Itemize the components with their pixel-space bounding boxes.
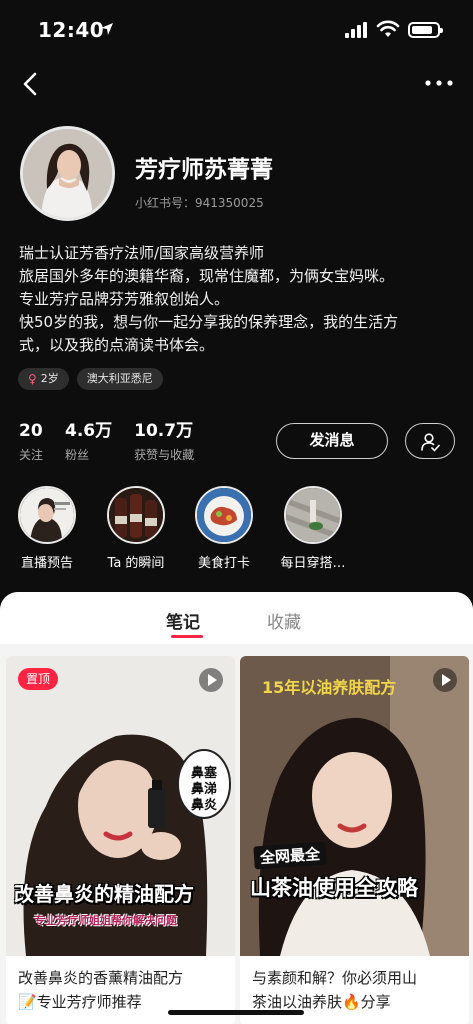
content-panel: 笔记 收藏 置顶 鼻塞 鼻涕 鼻炎 改善鼻炎的精油配方 专业芳疗师姐姐帮你解决问… [0,592,473,1024]
follow-button[interactable] [405,423,455,459]
highlight-live[interactable]: 直播预告 [12,486,82,571]
bio-line: 专业芳疗品牌芬芳雅叙创始人。 [19,290,230,308]
highlight-cover [284,486,342,544]
red-id[interactable]: 小红书号：941350025 [135,194,264,211]
age-label: 2岁 [40,372,59,385]
video-play-icon [433,668,457,692]
note-cover-image-icon [240,656,469,956]
bio-line: 快50岁的我，想与你一起分享我的保养理念，我的生活方 [19,313,399,331]
cellular-signal-icon [345,22,367,38]
bio-line: 式，以及我的点滴读书体会。 [19,336,215,354]
stat-followers[interactable]: 4.6万 粉丝 [65,420,112,463]
bio-line: 瑞士认证芳香疗法师/国家高级营养师 [19,244,265,262]
note-title: 改善鼻炎的香薰精油配方 📝专业芳疗师推荐 [18,966,228,1014]
stat-value: 10.7万 [134,421,194,441]
home-indicator [168,1010,304,1015]
profile-stats: 20 关注 4.6万 粉丝 10.7万 获赞与收藏 [19,420,216,463]
age-tag: ♀ 2岁 [18,368,69,390]
highlight-outfit[interactable]: 每日穿搭… [278,486,348,571]
highlight-label: Ta 的瞬间 [107,556,165,571]
avatar[interactable] [20,126,115,221]
cover-top-text: 15年以油养肤配方 [262,678,397,697]
bubble-line: 鼻涕 [190,782,217,797]
send-message-button[interactable]: 发消息 [276,423,388,459]
more-options-icon[interactable] [424,76,454,90]
note-thumbnail: 15年以油养肤配方 全网最全 山茶油使用全攻略 [240,656,469,956]
highlight-moments[interactable]: Ta 的瞬间 [101,486,171,571]
location-label: 澳大利亚悉尼 [86,372,153,385]
location-arrow-icon [101,23,113,35]
wifi-icon [376,20,400,37]
note-thumbnail: 置顶 鼻塞 鼻涕 鼻炎 改善鼻炎的精油配方 专业芳疗师姐姐帮你解决问题 [6,656,235,956]
user-check-icon [421,433,440,452]
highlight-cover [107,486,165,544]
cover-subheadline: 专业芳疗师姐姐帮你解决问题 [34,914,177,927]
bubble-text: 鼻塞 鼻涕 鼻炎 [187,766,221,814]
bubble-line: 鼻塞 [190,766,217,781]
stat-following[interactable]: 20 关注 [19,420,43,463]
status-bar: 12:40 [0,0,473,62]
stat-value: 20 [19,421,43,441]
location-tag: 澳大利亚悉尼 [76,368,163,390]
status-time: 12:40 [38,18,105,42]
note-title: 与素颜和解？你必须用山 茶油以油养肤🔥分享 [252,966,462,1014]
note-card[interactable]: 置顶 鼻塞 鼻涕 鼻炎 改善鼻炎的精油配方 专业芳疗师姐姐帮你解决问题 改善鼻炎… [6,656,235,1024]
tab-notes[interactable]: 笔记 [166,608,200,633]
note-title-line: 改善鼻炎的香薰精油配方 [18,969,184,987]
note-title-line: 与素颜和解？你必须用山 [252,969,418,987]
cover-headline: 山茶油使用全攻略 [250,876,418,900]
bio-line: 旅居国外多年的澳籍华裔，现常住魔都，为俩女宝妈咪。 [19,267,395,285]
stat-label: 粉丝 [65,448,90,462]
stat-label: 获赞与收藏 [134,448,195,462]
profile-page: 12:40 芳疗师苏菁菁 小红书号：941350025 瑞士认证芳香疗法师/国家… [0,0,473,1024]
cover-headline: 改善鼻炎的精油配方 [14,882,194,906]
battery-icon [408,22,443,38]
video-play-icon [199,668,223,692]
highlight-food[interactable]: 美食打卡 [189,486,259,571]
note-card[interactable]: 15年以油养肤配方 全网最全 山茶油使用全攻略 与素颜和解？你必须用山 茶油以油… [240,656,469,1024]
stat-likes[interactable]: 10.7万 获赞与收藏 [134,420,194,463]
female-icon: ♀ [28,372,37,386]
back-arrow-icon[interactable] [18,70,46,98]
bubble-line: 鼻炎 [190,798,217,813]
tab-collections[interactable]: 收藏 [267,608,301,633]
tab-notes-underline [171,635,203,638]
avatar-portrait-icon [23,129,112,218]
profile-tags: ♀ 2岁 澳大利亚悉尼 [18,368,163,390]
pinned-badge: 置顶 [18,668,59,690]
profile-bio: 瑞士认证芳香疗法师/国家高级营养师 旅居国外多年的澳籍华裔，现常住魔都，为俩女宝… [19,242,459,357]
stat-label: 关注 [19,448,44,462]
stat-value: 4.6万 [65,421,113,441]
highlight-label: 每日穿搭… [280,556,346,571]
highlight-label: 美食打卡 [197,556,250,571]
highlight-label: 直播预告 [20,556,73,571]
content-tabs: 笔记 收藏 [0,592,473,644]
highlight-cover [195,486,253,544]
profile-name: 芳疗师苏菁菁 [135,157,273,183]
highlight-cover [18,486,76,544]
